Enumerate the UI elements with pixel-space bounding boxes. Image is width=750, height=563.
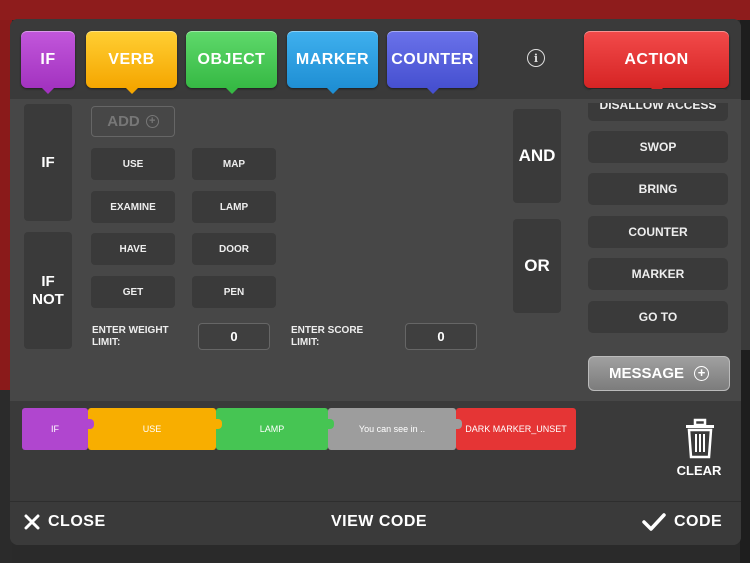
item-examine[interactable]: EXAMINE (91, 191, 175, 223)
condition-if-not-label-1: IF (41, 272, 55, 290)
weight-limit-input[interactable]: 0 (198, 323, 270, 350)
score-limit-label-2: LIMIT: (291, 337, 320, 348)
tab-if[interactable]: IF (21, 31, 75, 94)
category-tabs: IF VERB OBJECT MARKER COUNTER i ACTION (10, 19, 741, 99)
view-code-label: VIEW CODE (331, 513, 428, 530)
code-button-label: CODE (674, 513, 723, 530)
item-get[interactable]: GET (91, 276, 175, 308)
clear-button[interactable]: CLEAR (672, 463, 726, 478)
action-disallow-access[interactable]: DISALLOW ACCESS (588, 89, 728, 121)
chip-connector (216, 419, 222, 429)
code-button[interactable]: CODE (642, 513, 722, 531)
action-go-to[interactable]: GO TO (588, 301, 728, 333)
chip-connector (328, 419, 334, 429)
rule-editor-modal: IF VERB OBJECT MARKER COUNTER i ACTION I… (10, 19, 741, 545)
weight-limit-label: ENTER WEIGHT LIMIT: (92, 325, 169, 349)
tab-marker[interactable]: MARKER (287, 31, 378, 94)
score-limit-input[interactable]: 0 (405, 323, 477, 350)
score-limit-label-1: ENTER SCORE (291, 325, 364, 336)
view-code-button[interactable]: VIEW CODE (331, 513, 427, 531)
background-app-right-strip (740, 100, 750, 350)
condition-if-label: IF (41, 153, 55, 171)
action-bring[interactable]: BRING (588, 173, 728, 205)
action-list-clip (588, 99, 728, 103)
message-button[interactable]: MESSAGE + (588, 356, 730, 391)
condition-if[interactable]: IF (24, 104, 72, 221)
score-limit-label: ENTER SCORE LIMIT: (291, 325, 363, 349)
rule-chip-if[interactable]: IF (22, 408, 88, 450)
item-map[interactable]: MAP (192, 148, 276, 180)
condition-if-not[interactable]: IF NOT (24, 232, 72, 349)
condition-if-not-label-2: NOT (32, 290, 64, 308)
close-button[interactable]: CLOSE (24, 513, 106, 531)
item-lamp[interactable]: LAMP (192, 191, 276, 223)
plus-circle-icon: + (694, 366, 709, 381)
info-icon[interactable]: i (527, 49, 545, 67)
add-button-label: ADD (107, 113, 140, 130)
editor-content: IF IF NOT ADD + USE MAP EXAMINE LAMP HAV… (10, 89, 741, 401)
item-use[interactable]: USE (91, 148, 175, 180)
rule-chip-object[interactable]: LAMP (216, 408, 328, 450)
plus-circle-icon: + (145, 115, 159, 128)
trash-icon[interactable] (680, 417, 720, 459)
close-button-label: CLOSE (48, 513, 106, 530)
action-swop[interactable]: SWOP (588, 131, 728, 163)
chip-connector (88, 419, 94, 429)
action-counter[interactable]: COUNTER (588, 216, 728, 248)
tab-action[interactable]: ACTION (584, 31, 729, 94)
rule-chip-verb[interactable]: USE (88, 408, 216, 450)
tab-object[interactable]: OBJECT (186, 31, 277, 94)
logic-or[interactable]: OR (513, 219, 561, 313)
weight-limit-label-1: ENTER WEIGHT (92, 325, 169, 336)
logic-and[interactable]: AND (513, 109, 561, 203)
item-pen[interactable]: PEN (192, 276, 276, 308)
background-app-header (0, 0, 750, 20)
rule-chain: IF USE LAMP You can see in .. DARK MARKE… (10, 401, 741, 501)
chip-connector (456, 419, 462, 429)
item-have[interactable]: HAVE (91, 233, 175, 265)
footer-bar: CLOSE VIEW CODE CODE (10, 501, 741, 545)
tab-verb[interactable]: VERB (86, 31, 177, 94)
rule-chip-message[interactable]: You can see in .. (328, 408, 456, 450)
weight-limit-label-2: LIMIT: (92, 337, 121, 348)
rule-chip-action[interactable]: DARK MARKER_UNSET (456, 408, 576, 450)
message-button-label: MESSAGE (608, 365, 684, 382)
close-icon (24, 514, 40, 530)
tab-counter[interactable]: COUNTER (387, 31, 478, 94)
add-button[interactable]: ADD + (91, 106, 175, 137)
action-marker[interactable]: MARKER (588, 258, 728, 290)
item-door[interactable]: DOOR (192, 233, 276, 265)
checkmark-icon (642, 513, 666, 531)
